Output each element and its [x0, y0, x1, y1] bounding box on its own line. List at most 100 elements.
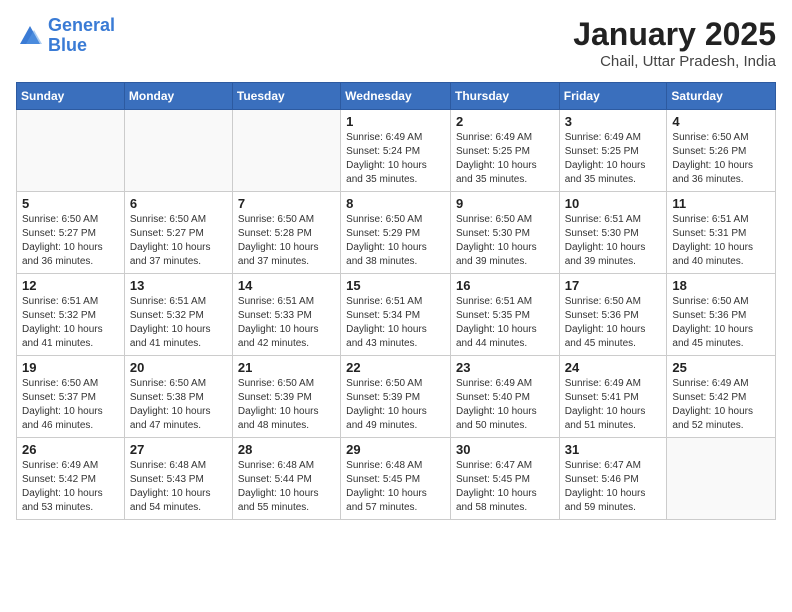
day-number: 26: [22, 442, 119, 457]
page-header: General Blue January 2025 Chail, Uttar P…: [16, 16, 776, 70]
calendar-cell: 7 Sunrise: 6:50 AM Sunset: 5:28 PM Daylig…: [232, 192, 340, 274]
calendar-cell: 3 Sunrise: 6:49 AM Sunset: 5:25 PM Daylig…: [559, 110, 667, 192]
calendar-cell: 27 Sunrise: 6:48 AM Sunset: 5:43 PM Dayli…: [124, 438, 232, 520]
day-info: Sunrise: 6:48 AM Sunset: 5:43 PM Dayligh…: [130, 459, 227, 515]
day-number: 17: [565, 278, 662, 293]
day-info: Sunrise: 6:50 AM Sunset: 5:29 PM Dayligh…: [346, 213, 445, 269]
calendar-cell: 11 Sunrise: 6:51 AM Sunset: 5:31 PM Dayli…: [667, 192, 776, 274]
calendar-cell: 5 Sunrise: 6:50 AM Sunset: 5:27 PM Daylig…: [17, 192, 125, 274]
calendar-cell: 18 Sunrise: 6:50 AM Sunset: 5:36 PM Dayli…: [667, 274, 776, 356]
day-number: 18: [672, 278, 770, 293]
day-number: 7: [238, 196, 335, 211]
day-number: 6: [130, 196, 227, 211]
calendar-cell: 2Sunrise: 6:49 AM Sunset: 5:25 PM Daylig…: [450, 110, 559, 192]
calendar-cell: 23Sunrise: 6:49 AM Sunset: 5:40 PM Dayli…: [450, 356, 559, 438]
logo-icon: [16, 22, 44, 50]
day-number: 31: [565, 442, 662, 457]
day-info: Sunrise: 6:50 AM Sunset: 5:39 PM Dayligh…: [238, 377, 335, 433]
calendar-week-row: 5 Sunrise: 6:50 AM Sunset: 5:27 PM Daylig…: [17, 192, 776, 274]
day-number: 25: [672, 360, 770, 375]
calendar-cell: 14 Sunrise: 6:51 AM Sunset: 5:33 PM Dayli…: [232, 274, 340, 356]
day-info: Sunrise: 6:49 AM Sunset: 5:25 PM Dayligh…: [456, 131, 554, 187]
header-day: Tuesday: [232, 83, 340, 110]
logo-blue: Blue: [48, 35, 87, 55]
day-info: Sunrise: 6:51 AM Sunset: 5:35 PM Dayligh…: [456, 295, 554, 351]
day-number: 13: [130, 278, 227, 293]
calendar-cell: 13 Sunrise: 6:51 AM Sunset: 5:32 PM Dayli…: [124, 274, 232, 356]
logo: General Blue: [16, 16, 115, 56]
day-info: Sunrise: 6:51 AM Sunset: 5:31 PM Dayligh…: [672, 213, 770, 269]
day-info: Sunrise: 6:51 AM Sunset: 5:32 PM Dayligh…: [22, 295, 119, 351]
day-info: Sunrise: 6:49 AM Sunset: 5:25 PM Dayligh…: [565, 131, 662, 187]
day-info: Sunrise: 6:49 AM Sunset: 5:42 PM Dayligh…: [672, 377, 770, 433]
calendar-cell: 15 Sunrise: 6:51 AM Sunset: 5:34 PM Dayli…: [341, 274, 451, 356]
day-number: 9: [456, 196, 554, 211]
calendar-subtitle: Chail, Uttar Pradesh, India: [573, 53, 776, 70]
calendar-cell: 19 Sunrise: 6:50 AM Sunset: 5:37 PM Dayli…: [17, 356, 125, 438]
calendar-week-row: 19 Sunrise: 6:50 AM Sunset: 5:37 PM Dayli…: [17, 356, 776, 438]
day-number: 3: [565, 114, 662, 129]
day-info: Sunrise: 6:50 AM Sunset: 5:36 PM Dayligh…: [565, 295, 662, 351]
day-number: 23: [456, 360, 554, 375]
calendar-cell: 26 Sunrise: 6:49 AM Sunset: 5:42 PM Dayli…: [17, 438, 125, 520]
day-number: 28: [238, 442, 335, 457]
header-day: Saturday: [667, 83, 776, 110]
day-info: Sunrise: 6:51 AM Sunset: 5:32 PM Dayligh…: [130, 295, 227, 351]
day-number: 15: [346, 278, 445, 293]
calendar-cell: [667, 438, 776, 520]
calendar-cell: [232, 110, 340, 192]
title-block: January 2025 Chail, Uttar Pradesh, India: [573, 16, 776, 70]
day-info: Sunrise: 6:50 AM Sunset: 5:37 PM Dayligh…: [22, 377, 119, 433]
day-info: Sunrise: 6:50 AM Sunset: 5:38 PM Dayligh…: [130, 377, 227, 433]
day-info: Sunrise: 6:49 AM Sunset: 5:42 PM Dayligh…: [22, 459, 119, 515]
calendar-week-row: 1 Sunrise: 6:49 AM Sunset: 5:24 PM Daylig…: [17, 110, 776, 192]
day-number: 20: [130, 360, 227, 375]
calendar-week-row: 12Sunrise: 6:51 AM Sunset: 5:32 PM Dayli…: [17, 274, 776, 356]
day-info: Sunrise: 6:50 AM Sunset: 5:30 PM Dayligh…: [456, 213, 554, 269]
day-info: Sunrise: 6:50 AM Sunset: 5:27 PM Dayligh…: [22, 213, 119, 269]
calendar-table: SundayMondayTuesdayWednesdayThursdayFrid…: [16, 82, 776, 520]
day-info: Sunrise: 6:50 AM Sunset: 5:27 PM Dayligh…: [130, 213, 227, 269]
calendar-cell: 17 Sunrise: 6:50 AM Sunset: 5:36 PM Dayli…: [559, 274, 667, 356]
calendar-cell: 22 Sunrise: 6:50 AM Sunset: 5:39 PM Dayli…: [341, 356, 451, 438]
calendar-cell: 12Sunrise: 6:51 AM Sunset: 5:32 PM Dayli…: [17, 274, 125, 356]
calendar-cell: [17, 110, 125, 192]
day-info: Sunrise: 6:48 AM Sunset: 5:45 PM Dayligh…: [346, 459, 445, 515]
header-row: SundayMondayTuesdayWednesdayThursdayFrid…: [17, 83, 776, 110]
day-info: Sunrise: 6:50 AM Sunset: 5:28 PM Dayligh…: [238, 213, 335, 269]
day-number: 19: [22, 360, 119, 375]
calendar-week-row: 26 Sunrise: 6:49 AM Sunset: 5:42 PM Dayli…: [17, 438, 776, 520]
day-number: 29: [346, 442, 445, 457]
header-day: Wednesday: [341, 83, 451, 110]
calendar-cell: 8 Sunrise: 6:50 AM Sunset: 5:29 PM Daylig…: [341, 192, 451, 274]
day-number: 11: [672, 196, 770, 211]
header-day: Sunday: [17, 83, 125, 110]
day-info: Sunrise: 6:47 AM Sunset: 5:45 PM Dayligh…: [456, 459, 554, 515]
day-number: 1: [346, 114, 445, 129]
day-info: Sunrise: 6:51 AM Sunset: 5:33 PM Dayligh…: [238, 295, 335, 351]
day-info: Sunrise: 6:47 AM Sunset: 5:46 PM Dayligh…: [565, 459, 662, 515]
calendar-cell: 16Sunrise: 6:51 AM Sunset: 5:35 PM Dayli…: [450, 274, 559, 356]
calendar-cell: 4Sunrise: 6:50 AM Sunset: 5:26 PM Daylig…: [667, 110, 776, 192]
calendar-cell: 30 Sunrise: 6:47 AM Sunset: 5:45 PM Dayli…: [450, 438, 559, 520]
day-info: Sunrise: 6:51 AM Sunset: 5:34 PM Dayligh…: [346, 295, 445, 351]
calendar-title: January 2025: [573, 16, 776, 53]
day-number: 8: [346, 196, 445, 211]
header-day: Thursday: [450, 83, 559, 110]
header-day: Monday: [124, 83, 232, 110]
day-info: Sunrise: 6:50 AM Sunset: 5:36 PM Dayligh…: [672, 295, 770, 351]
calendar-cell: 6 Sunrise: 6:50 AM Sunset: 5:27 PM Daylig…: [124, 192, 232, 274]
day-info: Sunrise: 6:48 AM Sunset: 5:44 PM Dayligh…: [238, 459, 335, 515]
calendar-cell: 1 Sunrise: 6:49 AM Sunset: 5:24 PM Daylig…: [341, 110, 451, 192]
day-number: 30: [456, 442, 554, 457]
calendar-cell: 9 Sunrise: 6:50 AM Sunset: 5:30 PM Daylig…: [450, 192, 559, 274]
calendar-cell: 10Sunrise: 6:51 AM Sunset: 5:30 PM Dayli…: [559, 192, 667, 274]
day-info: Sunrise: 6:50 AM Sunset: 5:39 PM Dayligh…: [346, 377, 445, 433]
header-day: Friday: [559, 83, 667, 110]
day-number: 5: [22, 196, 119, 211]
day-number: 22: [346, 360, 445, 375]
day-info: Sunrise: 6:49 AM Sunset: 5:24 PM Dayligh…: [346, 131, 445, 187]
day-number: 27: [130, 442, 227, 457]
day-number: 14: [238, 278, 335, 293]
calendar-cell: 29 Sunrise: 6:48 AM Sunset: 5:45 PM Dayli…: [341, 438, 451, 520]
